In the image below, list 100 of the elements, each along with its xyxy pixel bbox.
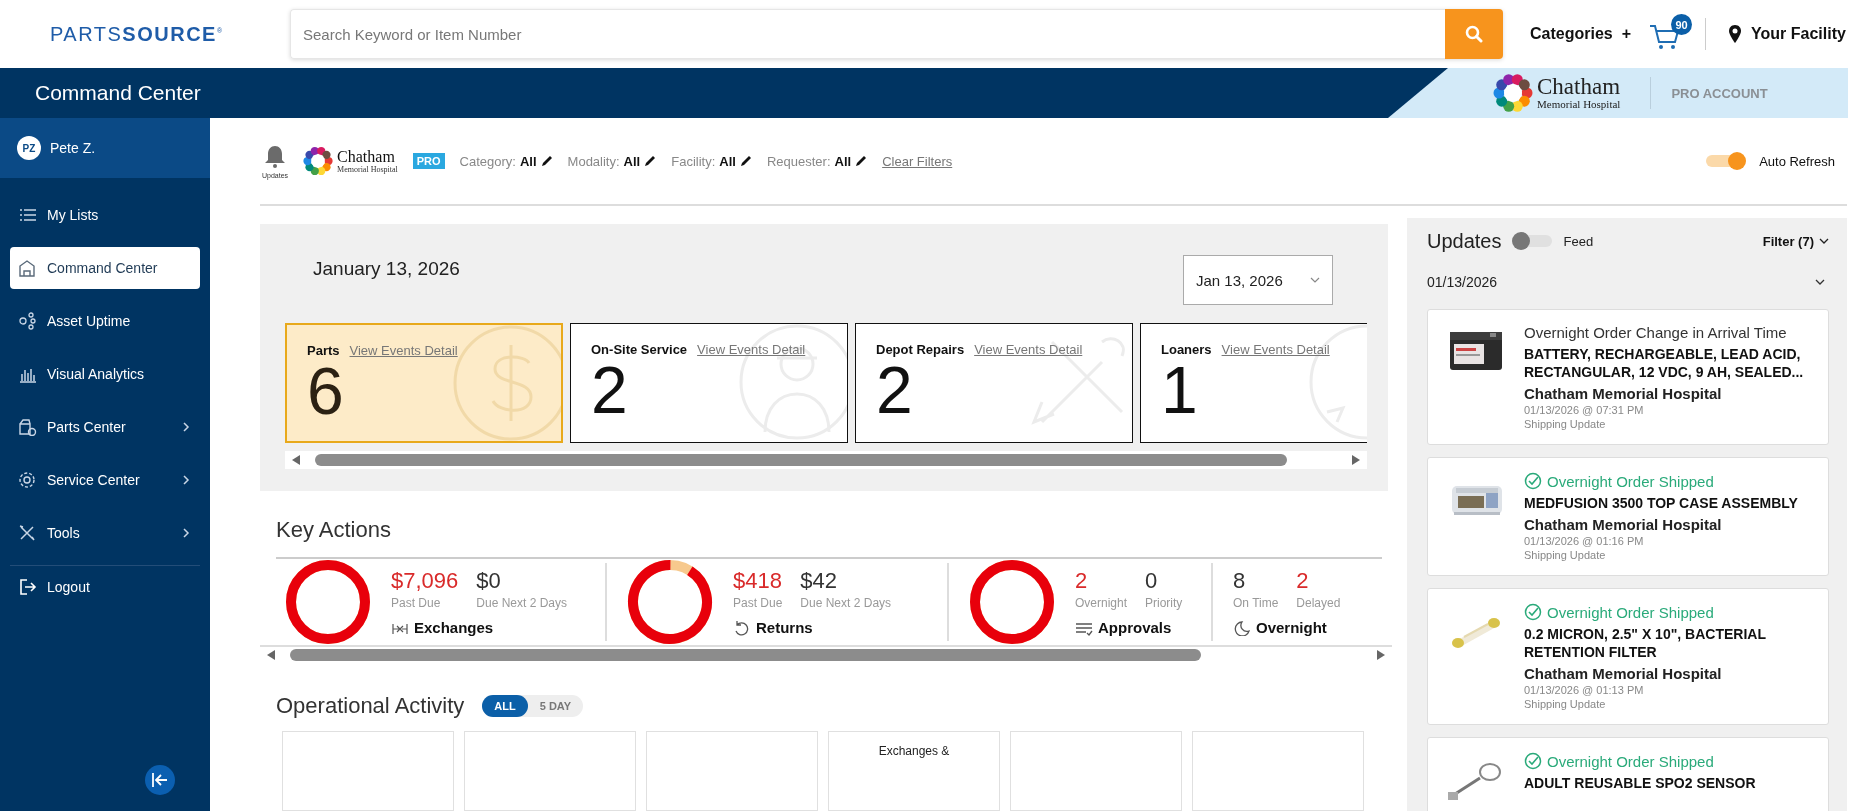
search-icon (1465, 25, 1483, 43)
search-field[interactable]: Search Keyword or Item Number (290, 9, 1445, 59)
view-details-link[interactable]: View Events Detail (697, 342, 806, 357)
update-type: Shipping Update (1524, 418, 1607, 430)
stat-label: Priority (1145, 596, 1183, 610)
tab[interactable]: ALL (482, 695, 528, 717)
nav-item[interactable]: Tools (10, 511, 200, 554)
update-headline: Overnight Order Shipped (1547, 472, 1714, 490)
action-link[interactable]: Exchanges (391, 619, 567, 636)
stat-value: $42 (800, 568, 839, 594)
facility-name: Chatham Memorial Hospital (1524, 385, 1723, 402)
update-card[interactable]: Overnight Order Change in Arrival Time BATTERY, RECHARGEABLE, LEAD ACID, RECTANGULAR, 12 VDC, 9 AH, SEALED... Chatham Memorial Hospital 01/13/2026 @ 07:31 PM Shipping Update (1427, 309, 1829, 445)
update-card[interactable]: Overnight Order Shipped MEDFUSION 3500 TOP CASE ASSEMBLY Chatham Memorial Hospital 01/13/2026 @ 01:16 PM Shipping Update (1427, 457, 1829, 576)
user-profile[interactable]: PZ Pete Z. (0, 118, 210, 178)
scroll-right-icon[interactable] (1376, 649, 1386, 661)
check-circle-icon (1524, 752, 1542, 770)
nav-item[interactable]: Command Center (10, 246, 200, 289)
stat-label: Due Next 2 Days (800, 596, 892, 610)
event-card[interactable]: Loaners View Events Detail 1 (1140, 323, 1367, 443)
action-link[interactable]: Approvals (1075, 619, 1183, 636)
scroll-left-icon[interactable] (266, 649, 276, 661)
event-card[interactable]: Depot Repairs View Events Detail 2 (855, 323, 1133, 443)
scrollbar-thumb[interactable] (315, 454, 1287, 466)
filter-label: Requester: (766, 153, 831, 169)
logout-button[interactable]: Logout (10, 566, 200, 608)
event-card[interactable]: On-Site Service View Events Detail 2 (570, 323, 848, 443)
tab[interactable]: 5 DAY (527, 695, 584, 717)
card-title: Loaners (1161, 342, 1212, 357)
location-pin-icon (1728, 24, 1743, 44)
filter-label: Modality: (567, 153, 620, 169)
org-subtitle: Memorial Hospital (1537, 98, 1621, 110)
org-subtitle: Memorial Hospital (337, 164, 398, 174)
ring-logo-icon (303, 146, 334, 176)
nav-item[interactable]: Parts Center (10, 405, 200, 448)
moon-icon (1233, 619, 1251, 636)
box-gear-icon (18, 417, 38, 436)
nav-item[interactable]: Visual Analytics (10, 352, 200, 395)
ring-logo-icon (1493, 73, 1533, 113)
update-type: Shipping Update (1524, 698, 1607, 710)
facility-name: Chatham Memorial Hospital (1524, 516, 1723, 533)
update-headline: Overnight Order Change in Arrival Time (1524, 324, 1787, 341)
scroll-right-icon[interactable] (1351, 454, 1361, 466)
date-group-label: 01/13/2026 (1427, 274, 1498, 290)
activity-card[interactable]: Exchanges & (828, 731, 1000, 811)
clear-filters-link[interactable]: Clear Filters (882, 153, 953, 169)
pencil-icon[interactable] (739, 155, 752, 167)
nav-item[interactable]: Service Center (10, 458, 200, 501)
avatar-initials: PZ (17, 136, 41, 160)
bell-icon[interactable] (263, 143, 288, 168)
building-icon (18, 258, 38, 277)
product-name: MEDFUSION 3500 TOP CASE ASSEMBLY (1524, 494, 1799, 512)
pencil-icon[interactable] (540, 155, 553, 167)
update-card[interactable]: Overnight Order Shipped ADULT REUSABLE SPO2 SENSOR (1427, 737, 1829, 811)
pencil-icon[interactable] (644, 155, 657, 167)
gear-icon (18, 470, 38, 489)
action-link[interactable]: Overnight (1233, 619, 1341, 636)
facility-selector[interactable]: Your Facility (1728, 24, 1846, 44)
stat-label: Past Due (391, 596, 442, 610)
stat-label: Delayed (1296, 596, 1341, 610)
section-title: Key Actions (276, 517, 1382, 559)
filter-label: Facility: (671, 153, 716, 169)
card-title: On-Site Service (591, 342, 688, 357)
brand-logo[interactable]: PARTSSOURCE$^{®}$ (0, 22, 290, 46)
scrollbar-thumb[interactable] (290, 649, 1201, 661)
view-details-link[interactable]: View Events Detail (974, 342, 1083, 357)
event-card[interactable]: Parts View Events Detail 6 (285, 323, 563, 443)
categories-menu[interactable]: Categories + (1530, 25, 1632, 43)
org-name: Chatham (1537, 76, 1621, 98)
org-name: Chatham (337, 148, 396, 165)
collapse-sidebar-button[interactable] (145, 765, 175, 795)
toggle-switch[interactable] (1513, 235, 1552, 247)
product-name: BATTERY, RECHARGEABLE, LEAD ACID, RECTANGULAR, 12 VDC, 9 AH, SEALED... (1524, 345, 1805, 381)
nav-item[interactable]: Asset Uptime (10, 299, 200, 342)
filter-value: All (623, 153, 641, 169)
logout-icon (18, 578, 38, 596)
event-count: 6 (307, 358, 344, 424)
date-picker[interactable]: Jan 13, 2026 (1183, 255, 1333, 305)
check-circle-icon (1524, 472, 1542, 490)
product-name: ADULT REUSABLE SPO2 SENSOR (1524, 774, 1757, 792)
filter-dropdown[interactable]: Filter (7) (1762, 233, 1829, 249)
action-link[interactable]: Returns (733, 619, 892, 636)
toggle-switch[interactable] (1706, 155, 1745, 167)
timestamp: 01/13/2026 @ 01:16 PM (1524, 535, 1645, 547)
tools-icon (18, 523, 38, 542)
panel-title: Updates (1427, 229, 1502, 253)
filter-label: Category: (459, 153, 516, 169)
pencil-icon[interactable] (855, 155, 868, 167)
scroll-left-icon[interactable] (291, 454, 301, 466)
stat-label: On Time (1233, 596, 1279, 610)
nav-item[interactable]: My Lists (10, 193, 200, 236)
toggle-label: Auto Refresh (1759, 153, 1835, 169)
event-count: 1 (1161, 357, 1198, 423)
card-title: Exchanges & (877, 744, 951, 758)
chevron-down-icon[interactable] (1815, 279, 1825, 285)
timestamp: 01/13/2026 @ 01:13 PM (1524, 684, 1645, 696)
dots-icon (18, 311, 38, 330)
filter-value: All (719, 153, 736, 169)
view-details-link[interactable]: View Events Detail (1221, 342, 1330, 357)
update-card[interactable]: Overnight Order Shipped 0.2 MICRON, 2.5" X 10", BACTERIAL RETENTION FILTER Chatham Memorial Hospital 01/13/2026 @ 01:13 PM Shipping Update (1427, 588, 1829, 725)
view-details-link[interactable]: View Events Detail (349, 343, 458, 358)
